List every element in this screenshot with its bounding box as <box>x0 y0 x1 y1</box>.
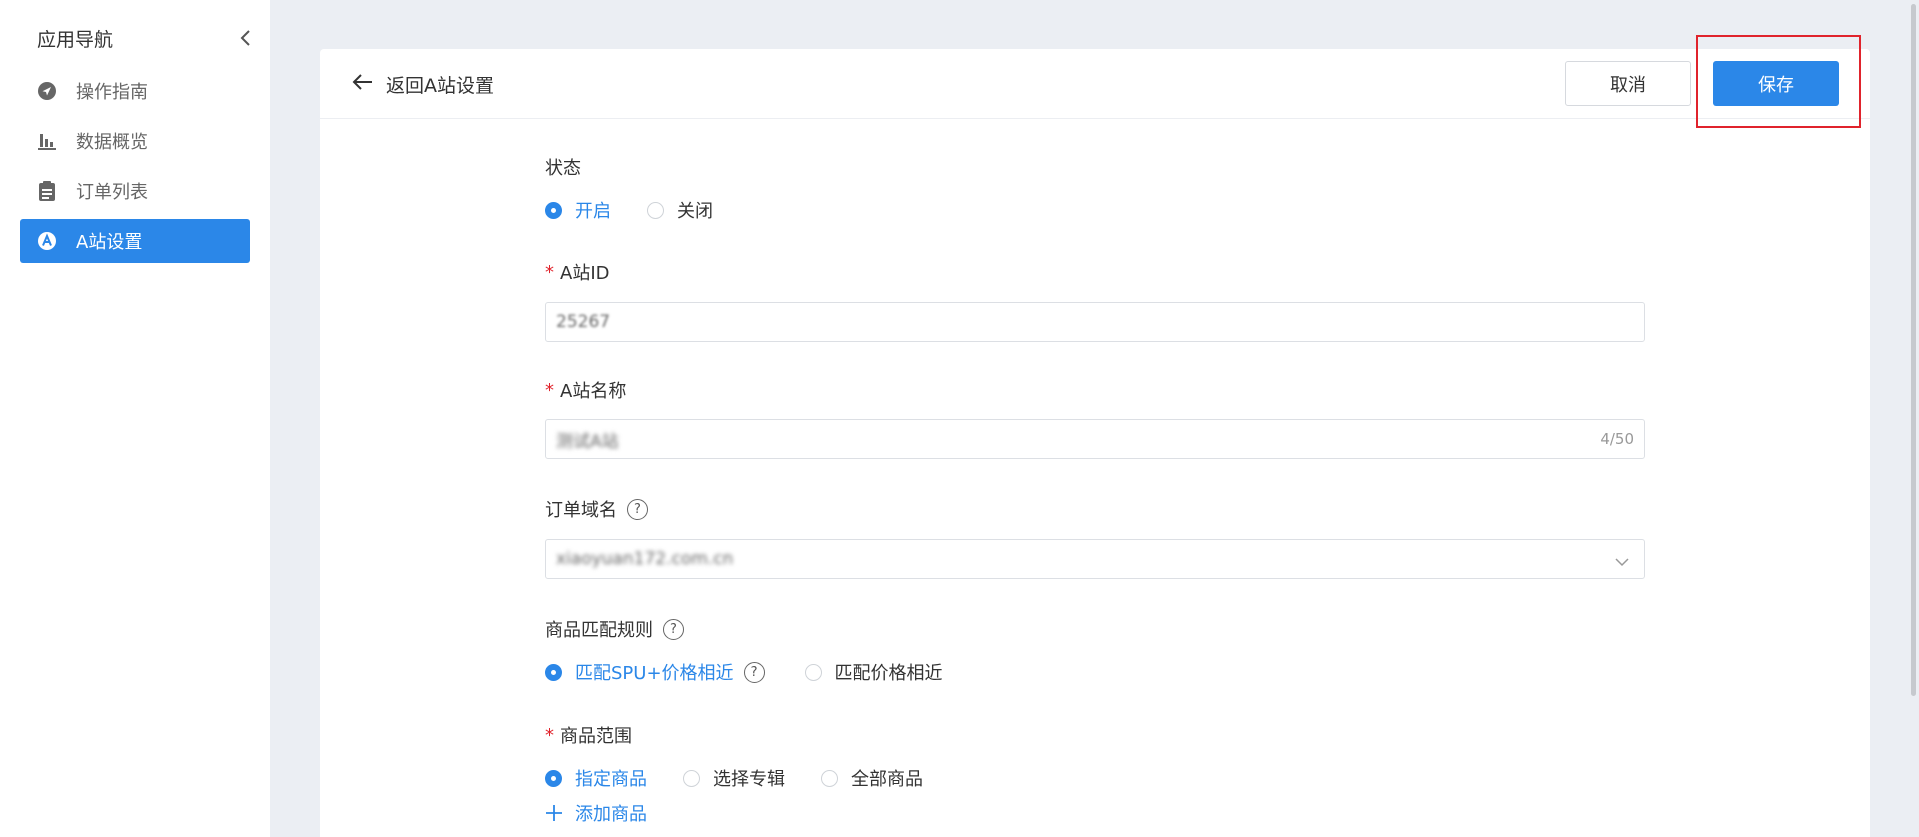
settings-card: 返回A站设置 取消 保存 状态 开启 关闭 * A站ID 25267 * A站名… <box>320 35 1870 837</box>
status-radio-group: 开启 关闭 <box>545 197 749 223</box>
status-radio-on[interactable]: 开启 <box>545 197 611 223</box>
match-rule-radio-group: 匹配SPU+价格相近 ? 匹配价格相近 <box>545 659 979 685</box>
radio-label: 开启 <box>575 201 611 222</box>
add-product-label: 添加商品 <box>575 804 647 825</box>
product-scope-label: * 商品范围 <box>545 722 632 748</box>
radio-label: 选择专辑 <box>713 769 785 790</box>
collapse-icon[interactable] <box>235 28 255 48</box>
sidebar-title: 应用导航 <box>37 28 114 51</box>
product-scope-radio-all[interactable]: 全部商品 <box>821 765 923 791</box>
add-product-button[interactable]: 添加商品 <box>545 800 647 826</box>
chevron-down-icon <box>1614 552 1630 573</box>
char-counter: 4/50 <box>1600 430 1634 448</box>
back-link[interactable]: 返回A站设置 <box>352 69 494 99</box>
site-id-input[interactable]: 25267 <box>545 302 1645 342</box>
status-radio-off[interactable]: 关闭 <box>647 197 713 223</box>
required-mark: * <box>545 379 554 401</box>
sidebar-item-label: 操作指南 <box>76 82 148 103</box>
a-badge-icon <box>36 230 58 252</box>
product-scope-radio-group: 指定商品 选择专辑 全部商品 <box>545 765 959 791</box>
radio-label: 关闭 <box>677 201 713 222</box>
match-rule-radio-price[interactable]: 匹配价格相近 <box>804 659 943 685</box>
help-icon[interactable]: ? <box>663 618 684 640</box>
required-mark: * <box>545 261 554 283</box>
product-scope-radio-specified[interactable]: 指定商品 <box>545 765 647 791</box>
sidebar: 应用导航 操作指南 数据概览 订单列表 A站设置 <box>0 0 270 837</box>
radio-label: 匹配价格相近 <box>834 663 943 684</box>
sidebar-item-label: A站设置 <box>76 232 143 253</box>
site-name-value: 测试A站 <box>556 431 619 452</box>
order-domain-value: xiaoyuan172.com.cn <box>556 549 734 569</box>
back-label: 返回A站设置 <box>386 74 494 97</box>
compass-icon <box>36 80 58 102</box>
sidebar-item-guide[interactable]: 操作指南 <box>20 69 250 113</box>
site-name-label-text: A站名称 <box>560 381 627 402</box>
match-rule-radio-spu[interactable]: 匹配SPU+价格相近 ? <box>545 659 765 685</box>
product-scope-radio-album[interactable]: 选择专辑 <box>683 765 785 791</box>
site-id-label-text: A站ID <box>560 263 610 284</box>
card-header: 返回A站设置 取消 保存 <box>320 35 1870 128</box>
help-icon[interactable]: ? <box>627 498 648 520</box>
match-rule-label-text: 商品匹配规则 <box>545 620 653 641</box>
clipboard-icon <box>36 180 58 202</box>
radio-dot <box>545 769 562 787</box>
sidebar-item-overview[interactable]: 数据概览 <box>20 119 250 163</box>
page-scrollbar[interactable] <box>1909 0 1919 700</box>
sidebar-item-label: 订单列表 <box>76 182 148 203</box>
cancel-button[interactable]: 取消 <box>1565 61 1691 106</box>
radio-dot <box>821 769 838 787</box>
required-mark: * <box>545 724 554 746</box>
status-label-text: 状态 <box>545 158 581 179</box>
radio-dot <box>683 769 700 787</box>
sidebar-item-label: 数据概览 <box>76 132 148 153</box>
site-id-label: * A站ID <box>545 259 609 285</box>
help-icon[interactable]: ? <box>743 661 765 683</box>
order-domain-select[interactable]: xiaoyuan172.com.cn <box>545 539 1645 579</box>
radio-label: 匹配SPU+价格相近 <box>575 663 734 684</box>
site-name-label: * A站名称 <box>545 377 626 403</box>
sidebar-item-orders[interactable]: 订单列表 <box>20 169 250 213</box>
product-scope-label-text: 商品范围 <box>560 726 632 747</box>
scrollbar-thumb[interactable] <box>1911 4 1916 696</box>
site-name-input[interactable]: 测试A站 4/50 <box>545 419 1645 459</box>
sidebar-item-site-settings[interactable]: A站设置 <box>20 219 250 263</box>
match-rule-label: 商品匹配规则 ? <box>545 616 684 642</box>
radio-dot <box>804 663 822 681</box>
radio-dot <box>647 201 664 219</box>
site-id-value: 25267 <box>556 312 611 332</box>
radio-label: 指定商品 <box>575 769 647 790</box>
bar-chart-icon <box>36 130 58 152</box>
plus-icon <box>545 804 563 822</box>
radio-dot <box>545 201 562 219</box>
save-button[interactable]: 保存 <box>1713 61 1839 106</box>
order-domain-label-text: 订单域名 <box>545 500 617 521</box>
arrow-left-icon <box>352 73 374 96</box>
radio-dot <box>545 663 562 681</box>
status-label: 状态 <box>545 154 581 180</box>
order-domain-label: 订单域名 ? <box>545 496 648 522</box>
sidebar-header: 应用导航 <box>37 22 255 54</box>
radio-label: 全部商品 <box>851 769 923 790</box>
